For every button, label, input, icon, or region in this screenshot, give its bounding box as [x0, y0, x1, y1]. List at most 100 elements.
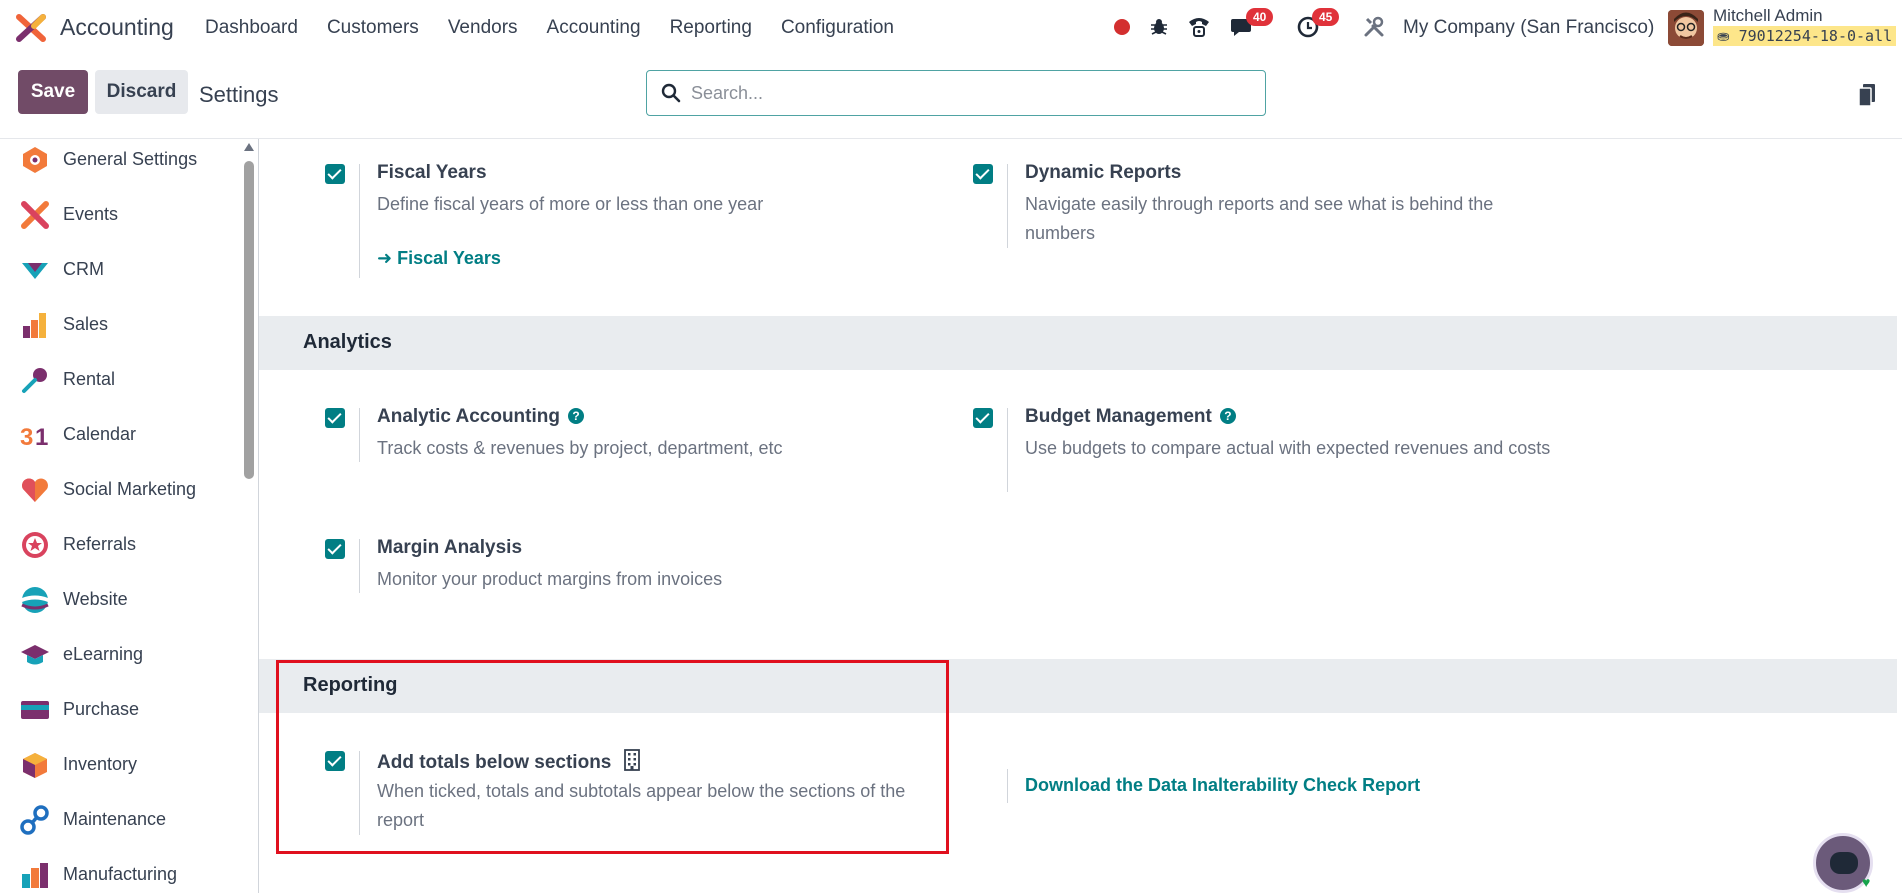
setting-description: Define fiscal years of more or less than…: [377, 194, 764, 214]
messages-badge: 40: [1246, 8, 1274, 26]
sidebar-item-label: Maintenance: [63, 809, 167, 829]
search-icon: [661, 83, 681, 103]
accounting-app-icon[interactable]: [16, 14, 46, 42]
menu-configuration[interactable]: Configuration: [781, 17, 894, 39]
svg-text:3: 3: [20, 424, 33, 450]
sidebar-item-website[interactable]: Website: [0, 572, 240, 627]
svg-text:1: 1: [35, 424, 48, 450]
sidebar-scrollbar-thumb[interactable]: [244, 161, 254, 479]
sidebar-scroll-up[interactable]: [244, 143, 254, 151]
divider: [1007, 408, 1008, 492]
database-icon: ⛂: [1717, 27, 1730, 45]
divider: [1007, 769, 1008, 803]
sidebar-item-label: eLearning: [63, 644, 144, 664]
phone-icon[interactable]: [1186, 12, 1212, 42]
save-button[interactable]: Save: [18, 70, 88, 114]
calendar-icon: 31: [20, 424, 48, 450]
help-icon[interactable]: ?: [567, 408, 584, 424]
bug-icon[interactable]: [1148, 12, 1170, 42]
menu-customers[interactable]: Customers: [327, 17, 419, 39]
arrow-right-icon: ➜: [377, 248, 393, 268]
sidebar-item-label: Referrals: [63, 534, 137, 554]
activities-badge: 45: [1312, 8, 1340, 26]
divider: [359, 539, 360, 593]
activities-icon[interactable]: 45: [1294, 8, 1340, 42]
documents-icon[interactable]: [1858, 84, 1876, 108]
messages-icon[interactable]: 40: [1228, 8, 1274, 42]
fiscal-years-link-label: Fiscal Years: [397, 248, 501, 268]
setting-title: Dynamic Reports: [1025, 162, 1182, 183]
budget-management-checkbox[interactable]: [973, 408, 993, 428]
sidebar-item-label: General Settings: [63, 149, 198, 169]
search-input[interactable]: [691, 79, 1251, 107]
tools-icon[interactable]: [1362, 12, 1386, 42]
sidebar-item-rental[interactable]: Rental: [0, 352, 240, 407]
user-avatar[interactable]: [1668, 10, 1704, 46]
events-icon: [21, 200, 49, 229]
setting-dynamic-reports: Dynamic Reports Navigate easily through …: [973, 162, 1573, 254]
sidebar-item-purchase[interactable]: Purchase: [0, 682, 240, 737]
record-icon[interactable]: [1112, 12, 1132, 42]
setting-title: Fiscal Years: [377, 162, 487, 183]
sidebar-item-label: Calendar: [63, 424, 137, 444]
main-menu: Dashboard Customers Vendors Accounting R…: [205, 17, 923, 39]
app-name[interactable]: Accounting: [60, 14, 174, 41]
fiscal-years-checkbox[interactable]: [325, 164, 345, 184]
margin-analysis-checkbox[interactable]: [325, 539, 345, 559]
inventory-icon: [23, 752, 47, 778]
help-icon[interactable]: ?: [1219, 408, 1236, 424]
menu-dashboard[interactable]: Dashboard: [205, 17, 298, 39]
download-inalterability-report-link[interactable]: Download the Data Inalterability Check R…: [1025, 775, 1420, 796]
sidebar-item-calendar[interactable]: 31 Calendar: [0, 407, 240, 462]
purchase-icon: [21, 700, 49, 719]
sidebar-item-events[interactable]: Events: [0, 187, 240, 242]
divider: [359, 408, 360, 462]
discard-button[interactable]: Discard: [95, 70, 188, 114]
menu-accounting[interactable]: Accounting: [547, 17, 641, 39]
highlight-box: [276, 660, 949, 854]
setting-analytic-accounting: Analytic Accounting? Track costs & reven…: [325, 406, 885, 468]
sidebar-item-label: Social Marketing: [63, 479, 197, 499]
sidebar-item-elearning[interactable]: eLearning: [0, 627, 240, 682]
setting-description: Track costs & revenues by project, depar…: [377, 438, 783, 458]
settings-search[interactable]: [646, 70, 1266, 116]
sidebar-item-maintenance[interactable]: Maintenance: [0, 792, 240, 847]
sidebar-item-label: Purchase: [63, 699, 140, 719]
website-icon: [21, 586, 49, 613]
sidebar-item-social-marketing[interactable]: Social Marketing: [0, 462, 240, 517]
analytic-accounting-checkbox[interactable]: [325, 408, 345, 428]
social-marketing-icon: [22, 478, 48, 502]
database-label: 79012254-18-0-all: [1738, 27, 1893, 45]
top-navbar: Accounting Dashboard Customers Vendors A…: [0, 0, 1902, 56]
sidebar-item-general-settings[interactable]: General Settings: [0, 139, 240, 187]
menu-vendors[interactable]: Vendors: [448, 17, 518, 39]
setting-margin-analysis: Margin Analysis Monitor your product mar…: [325, 537, 885, 599]
sidebar-item-label: Website: [63, 589, 128, 609]
setting-description: Navigate easily through reports and see …: [1025, 194, 1494, 243]
general-settings-icon: [23, 146, 47, 173]
sidebar-item-label: CRM: [63, 259, 104, 279]
setting-title-row: Budget Management?: [1025, 406, 1236, 428]
sidebar-item-inventory[interactable]: Inventory: [0, 737, 240, 792]
heart-icon: ♥: [1862, 874, 1871, 890]
maintenance-icon: [20, 804, 49, 835]
crm-icon: [22, 262, 48, 279]
menu-reporting[interactable]: Reporting: [670, 17, 752, 39]
settings-content: Fiscal Years Define fiscal years of more…: [259, 139, 1902, 893]
setting-data-inalterability: Download the Data Inalterability Check R…: [973, 769, 1573, 803]
setting-budget-management: Budget Management? Use budgets to compar…: [973, 406, 1573, 498]
company-switcher[interactable]: My Company (San Francisco): [1403, 17, 1654, 39]
setting-title-row: Analytic Accounting?: [377, 406, 584, 428]
sidebar-item-label: Manufacturing: [63, 864, 178, 884]
dynamic-reports-checkbox[interactable]: [973, 164, 993, 184]
sidebar-item-label: Events: [63, 204, 119, 224]
fiscal-years-link[interactable]: ➜ Fiscal Years: [377, 248, 501, 269]
sidebar-item-crm[interactable]: CRM: [0, 242, 240, 297]
divider: [359, 164, 360, 278]
sidebar-item-manufacturing[interactable]: Manufacturing: [0, 847, 240, 893]
sidebar-item-referrals[interactable]: Referrals: [0, 517, 240, 572]
elearning-icon: [21, 644, 49, 664]
sidebar-item-sales[interactable]: Sales: [0, 297, 240, 352]
setting-title: Margin Analysis: [377, 537, 523, 558]
user-name[interactable]: Mitchell Admin: [1713, 6, 1823, 26]
